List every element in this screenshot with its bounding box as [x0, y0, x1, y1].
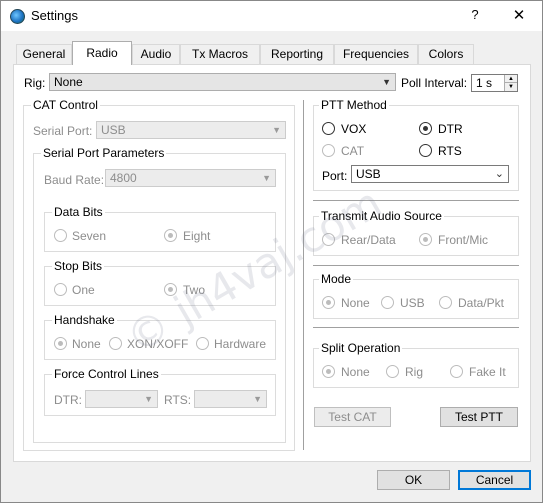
rig-label: Rig:	[24, 76, 46, 90]
poll-interval-value: 1 s	[476, 76, 493, 90]
ok-button[interactable]: OK	[377, 470, 450, 490]
ptt-dtr-radio[interactable]	[419, 122, 432, 135]
column-separator	[303, 100, 304, 450]
settings-window: Settings ? ✕ General Radio Audio Tx Macr…	[0, 0, 543, 503]
mode-data-pkt-label: Data/Pkt	[458, 296, 505, 310]
mode-title: Mode	[319, 272, 354, 286]
baud-rate-value: 4800	[110, 171, 137, 185]
data-bits-eight-label: Eight	[183, 229, 211, 243]
help-button[interactable]: ?	[463, 7, 487, 27]
mode-none-radio[interactable]	[322, 296, 335, 309]
baud-rate-label: Baud Rate:	[44, 173, 105, 187]
serial-port-select[interactable]: USB ▼	[96, 121, 286, 139]
cat-control-title: CAT Control	[31, 98, 100, 112]
ptt-rts-radio[interactable]	[419, 144, 432, 157]
mode-none-label: None	[341, 296, 370, 310]
spin-down-icon[interactable]: ▼	[504, 83, 517, 91]
data-bits-seven-radio[interactable]	[54, 229, 67, 242]
ptt-method-title: PTT Method	[319, 98, 389, 112]
split-rig-radio[interactable]	[386, 365, 399, 378]
rig-value: None	[54, 75, 83, 89]
tab-tx-macros[interactable]: Tx Macros	[180, 44, 260, 64]
test-ptt-button[interactable]: Test PTT	[440, 407, 518, 427]
chevron-down-icon: ▼	[144, 394, 153, 404]
globe-icon	[10, 9, 25, 24]
data-bits-eight-radio[interactable]	[164, 229, 177, 242]
stop-bits-one-label: One	[72, 283, 95, 297]
mode-usb-label: USB	[400, 296, 425, 310]
tab-audio[interactable]: Audio	[132, 44, 180, 64]
handshake-xonxoff-radio[interactable]	[109, 337, 122, 350]
window-title: Settings	[31, 8, 78, 23]
handshake-none-radio[interactable]	[54, 337, 67, 350]
serial-port-value: USB	[101, 123, 126, 137]
mode-data-pkt-radio[interactable]	[439, 296, 452, 309]
audio-front-mic-label: Front/Mic	[438, 233, 489, 247]
rts-label: RTS:	[164, 393, 192, 407]
poll-interval-label: Poll Interval:	[401, 76, 468, 90]
dtr-select[interactable]: ▼	[85, 390, 158, 408]
ptt-dtr-label: DTR	[438, 122, 463, 136]
split-none-radio[interactable]	[322, 365, 335, 378]
tab-frequencies[interactable]: Frequencies	[334, 44, 418, 64]
baud-rate-select[interactable]: 4800 ▼	[105, 169, 276, 187]
handshake-title: Handshake	[52, 313, 117, 327]
chevron-down-icon: ⌄	[494, 168, 504, 180]
spin-up-icon[interactable]: ▲	[504, 75, 517, 83]
separator	[313, 327, 519, 328]
split-fake-it-label: Fake It	[469, 365, 506, 379]
chevron-down-icon: ▼	[382, 77, 391, 87]
chevron-down-icon: ▼	[272, 125, 281, 135]
chevron-down-icon: ▼	[262, 173, 271, 183]
handshake-none-label: None	[72, 337, 101, 351]
split-rig-label: Rig	[405, 365, 424, 379]
split-operation-title: Split Operation	[319, 341, 403, 355]
ptt-vox-label: VOX	[341, 122, 367, 136]
title-bar: Settings ? ✕	[1, 1, 542, 31]
serial-port-params-title: Serial Port Parameters	[41, 146, 167, 160]
tab-radio[interactable]: Radio	[72, 41, 132, 65]
split-none-label: None	[341, 365, 370, 379]
ptt-rts-label: RTS	[438, 144, 462, 158]
close-icon[interactable]: ✕	[507, 6, 531, 26]
ptt-port-select[interactable]: USB ⌄	[351, 165, 509, 183]
tab-reporting[interactable]: Reporting	[260, 44, 334, 64]
ptt-port-label: Port:	[322, 169, 348, 183]
ptt-cat-label: CAT	[341, 144, 365, 158]
stop-bits-one-radio[interactable]	[54, 283, 67, 296]
mode-usb-radio[interactable]	[381, 296, 394, 309]
separator	[313, 265, 519, 266]
stop-bits-title: Stop Bits	[52, 259, 105, 273]
test-cat-button[interactable]: Test CAT	[314, 407, 391, 427]
rig-select[interactable]: None ▼	[49, 73, 396, 91]
force-control-lines-title: Force Control Lines	[52, 367, 161, 381]
chevron-down-icon: ▼	[253, 394, 262, 404]
ptt-vox-radio[interactable]	[322, 122, 335, 135]
data-bits-seven-label: Seven	[72, 229, 107, 243]
ptt-cat-radio[interactable]	[322, 144, 335, 157]
cancel-button[interactable]: Cancel	[458, 470, 531, 490]
rts-select[interactable]: ▼	[194, 390, 267, 408]
split-fake-it-radio[interactable]	[450, 365, 463, 378]
tab-general[interactable]: General	[16, 44, 72, 64]
dtr-label: DTR:	[54, 393, 82, 407]
handshake-hardware-label: Hardware	[214, 337, 267, 351]
serial-port-label: Serial Port:	[33, 124, 93, 138]
handshake-hardware-radio[interactable]	[196, 337, 209, 350]
ptt-port-value: USB	[356, 167, 381, 181]
audio-front-mic-radio[interactable]	[419, 233, 432, 246]
poll-interval-spinner[interactable]: 1 s ▲ ▼	[471, 74, 518, 92]
data-bits-title: Data Bits	[52, 205, 105, 219]
tab-colors[interactable]: Colors	[418, 44, 474, 64]
